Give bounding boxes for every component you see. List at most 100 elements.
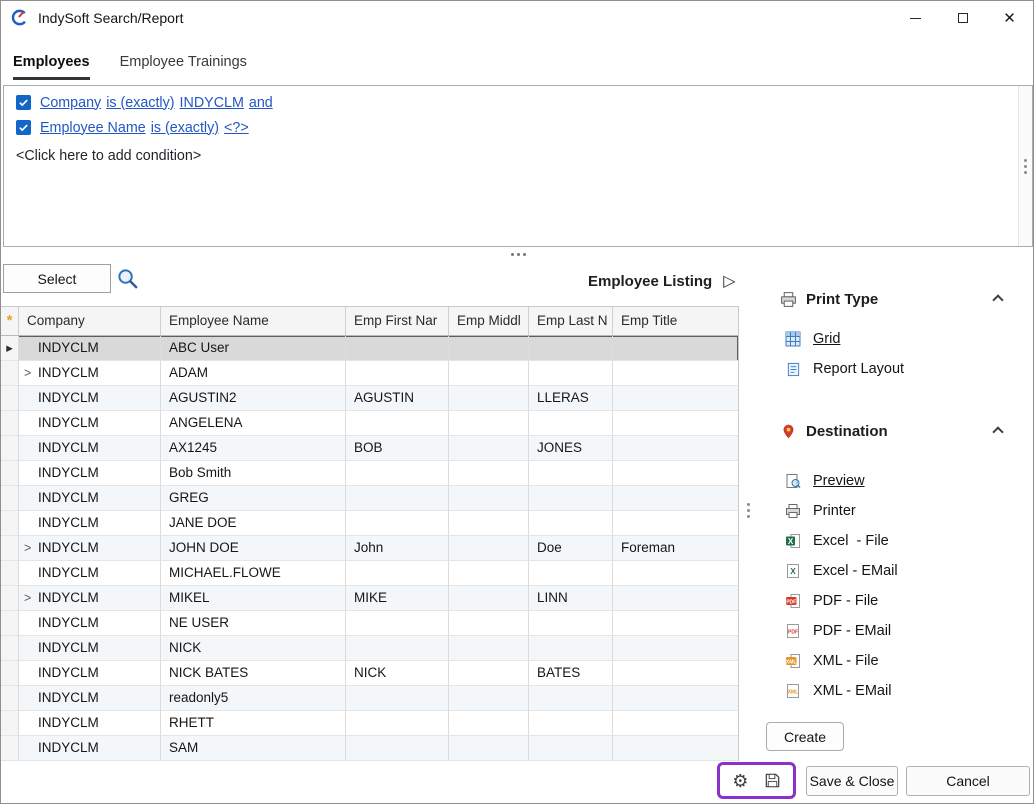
condition-part-link[interactable]: Company: [40, 95, 101, 111]
settings-button[interactable]: ⚙: [728, 769, 752, 793]
grid-cell[interactable]: AGUSTIN: [346, 386, 449, 411]
grid-cell[interactable]: [529, 511, 613, 536]
grid-cell[interactable]: [346, 461, 449, 486]
grid-cell[interactable]: BOB: [346, 436, 449, 461]
grid-cell[interactable]: [613, 336, 739, 361]
grid-cell[interactable]: LINN: [529, 586, 613, 611]
grid-cell[interactable]: [529, 361, 613, 386]
grid-cell[interactable]: [449, 386, 529, 411]
grid-cell[interactable]: >INDYCLM: [19, 536, 161, 561]
grid-cell[interactable]: MIKE: [346, 586, 449, 611]
grid-cell[interactable]: INDYCLM: [19, 711, 161, 736]
grid-cell[interactable]: BATES: [529, 661, 613, 686]
grid-cell[interactable]: [529, 736, 613, 761]
table-row[interactable]: INDYCLMRHETT: [1, 711, 738, 736]
grid-cell[interactable]: [613, 586, 739, 611]
grid-cell[interactable]: [529, 336, 613, 361]
grid-cell[interactable]: [346, 361, 449, 386]
table-row[interactable]: ▶INDYCLMABC User: [1, 336, 738, 361]
tab-employee-trainings[interactable]: Employee Trainings: [120, 54, 247, 80]
grid-cell[interactable]: [449, 436, 529, 461]
condition-part-link[interactable]: INDYCLM: [180, 95, 244, 111]
grid-cell[interactable]: JANE DOE: [161, 511, 346, 536]
grid-cell[interactable]: [449, 711, 529, 736]
grid-cell[interactable]: [346, 686, 449, 711]
grid-cell[interactable]: [613, 511, 739, 536]
grid-cell[interactable]: [449, 336, 529, 361]
row-indicator[interactable]: [1, 711, 19, 736]
grid-cell[interactable]: John: [346, 536, 449, 561]
option-report-layout[interactable]: Report Layout: [784, 354, 1032, 384]
table-row[interactable]: INDYCLMNICK BATESNICKBATES: [1, 661, 738, 686]
grid-cell[interactable]: AGUSTIN2: [161, 386, 346, 411]
grid-cell[interactable]: INDYCLM: [19, 436, 161, 461]
row-indicator[interactable]: [1, 561, 19, 586]
grid-cell[interactable]: [449, 586, 529, 611]
grid-cell[interactable]: [613, 436, 739, 461]
grid-cell[interactable]: [613, 561, 739, 586]
table-row[interactable]: INDYCLMGREG: [1, 486, 738, 511]
grid-cell[interactable]: [449, 511, 529, 536]
select-button[interactable]: Select: [3, 264, 111, 293]
grid-cell[interactable]: [529, 636, 613, 661]
chevron-up-icon[interactable]: [992, 294, 1003, 305]
option-excel-file[interactable]: XExcel - File: [784, 526, 1032, 556]
grid-cell[interactable]: INDYCLM: [19, 461, 161, 486]
table-row[interactable]: INDYCLMAX1245BOBJONES: [1, 436, 738, 461]
grid-cell[interactable]: NICK BATES: [161, 661, 346, 686]
grid-cell[interactable]: ANGELENA: [161, 411, 346, 436]
magnifier-icon[interactable]: [116, 267, 139, 290]
row-indicator[interactable]: [1, 486, 19, 511]
row-indicator[interactable]: [1, 411, 19, 436]
close-button[interactable]: ✕: [986, 1, 1033, 35]
grid-cell[interactable]: [613, 486, 739, 511]
grid-cell[interactable]: [613, 636, 739, 661]
table-row[interactable]: INDYCLMAGUSTIN2AGUSTINLLERAS: [1, 386, 738, 411]
row-indicator[interactable]: [1, 661, 19, 686]
grid-cell[interactable]: [529, 411, 613, 436]
grid-cell[interactable]: INDYCLM: [19, 486, 161, 511]
select-all-corner[interactable]: *: [1, 307, 19, 335]
destination-section-header[interactable]: Destination: [766, 420, 1032, 442]
grid-cell[interactable]: MICHAEL.FLOWE: [161, 561, 346, 586]
expand-row-icon[interactable]: >: [24, 586, 31, 610]
column-header[interactable]: Emp Last N: [529, 307, 613, 335]
column-header[interactable]: Company: [19, 307, 161, 335]
column-header[interactable]: Emp Middl: [449, 307, 529, 335]
grid-cell[interactable]: Doe: [529, 536, 613, 561]
grid-cell[interactable]: readonly5: [161, 686, 346, 711]
grid-cell[interactable]: [613, 711, 739, 736]
grid-cell[interactable]: [346, 711, 449, 736]
grid-cell[interactable]: INDYCLM: [19, 686, 161, 711]
condition-checkbox[interactable]: [16, 95, 31, 110]
grid-cell[interactable]: [613, 411, 739, 436]
grid-cell[interactable]: [449, 486, 529, 511]
condition-panel-scrollbar[interactable]: [1018, 86, 1032, 246]
column-header[interactable]: Emp First Nar: [346, 307, 449, 335]
grid-cell[interactable]: Bob Smith: [161, 461, 346, 486]
grid-cell[interactable]: ADAM: [161, 361, 346, 386]
grid-cell[interactable]: [529, 486, 613, 511]
option-preview[interactable]: Preview: [784, 466, 1032, 496]
option-xml-file[interactable]: XMLXML - File: [784, 646, 1032, 676]
play-icon[interactable]: ▷: [723, 274, 735, 290]
grid-cell[interactable]: [346, 736, 449, 761]
grid-cell[interactable]: [449, 636, 529, 661]
grid-cell[interactable]: INDYCLM: [19, 611, 161, 636]
grid-cell[interactable]: SAM: [161, 736, 346, 761]
grid-cell[interactable]: [529, 611, 613, 636]
grid-cell[interactable]: INDYCLM: [19, 661, 161, 686]
grid-cell[interactable]: [449, 736, 529, 761]
grid-cell[interactable]: INDYCLM: [19, 636, 161, 661]
table-row[interactable]: INDYCLMBob Smith: [1, 461, 738, 486]
option-grid[interactable]: Grid: [784, 324, 1032, 354]
grid-cell[interactable]: [613, 661, 739, 686]
grid-cell[interactable]: [529, 461, 613, 486]
column-header[interactable]: Emp Title: [613, 307, 739, 335]
grid-cell[interactable]: INDYCLM: [19, 411, 161, 436]
table-row[interactable]: >INDYCLMADAM: [1, 361, 738, 386]
grid-cell[interactable]: [613, 461, 739, 486]
row-indicator[interactable]: [1, 686, 19, 711]
option-xml-email[interactable]: XMLXML - EMail: [784, 676, 1032, 706]
condition-part-link[interactable]: <?>: [224, 120, 249, 136]
